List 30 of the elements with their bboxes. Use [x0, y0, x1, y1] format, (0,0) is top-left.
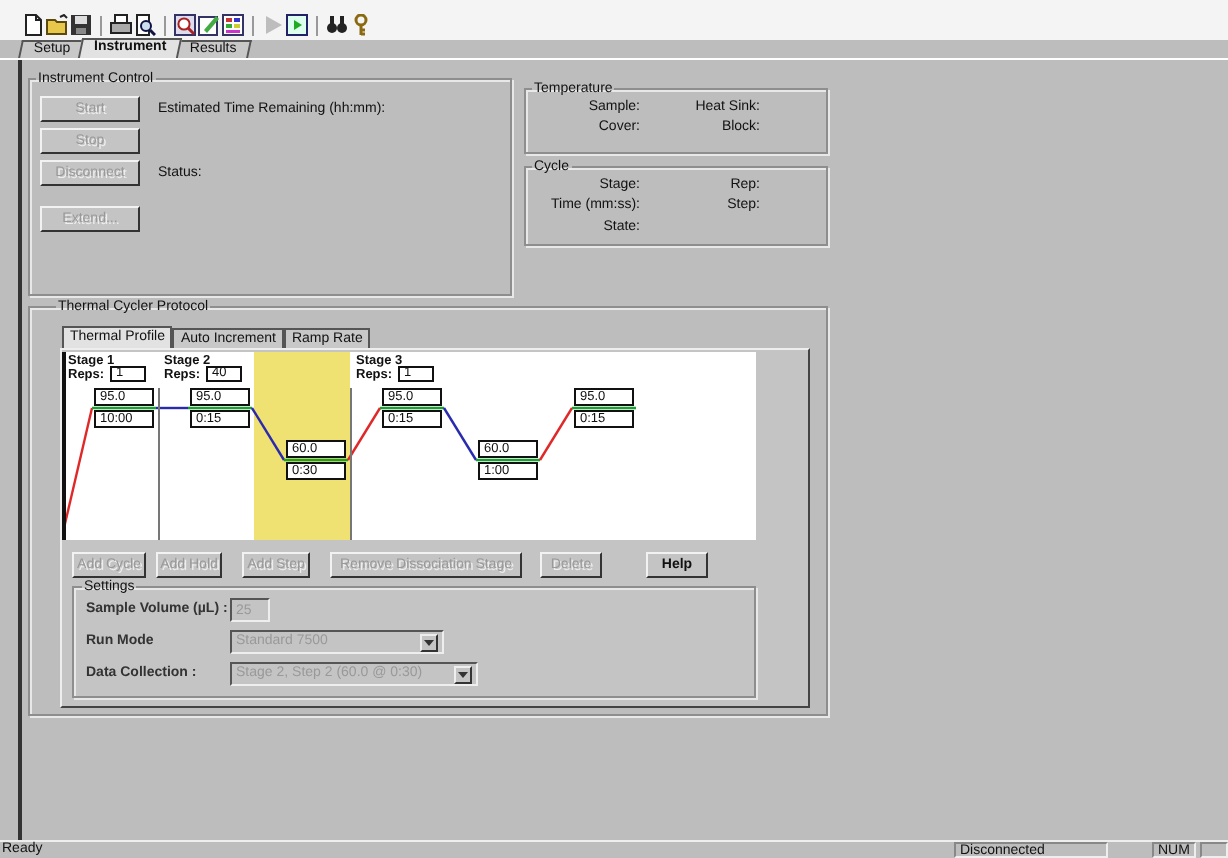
grid-button[interactable]: [222, 14, 244, 36]
ramp-line: [156, 406, 188, 410]
ramp-line: [538, 407, 574, 461]
hold-line: [476, 458, 540, 462]
folder-icon: [46, 14, 68, 36]
folder-button[interactable]: [46, 14, 68, 36]
ramp-line: [250, 407, 286, 461]
key-button[interactable]: [350, 14, 372, 36]
printer-button[interactable]: [110, 14, 132, 36]
hold-line: [572, 406, 636, 410]
caret-icon: [424, 639, 434, 645]
magnifier-page-button[interactable]: [134, 14, 156, 36]
chart-magnifier-button[interactable]: [174, 14, 196, 36]
ramp-line: [442, 407, 478, 461]
hold-line: [92, 406, 156, 410]
document-button[interactable]: [22, 14, 44, 36]
caret-icon: [458, 671, 468, 677]
ramp-line: [346, 407, 382, 461]
binoculars-button[interactable]: [326, 14, 348, 36]
window-button[interactable]: [286, 14, 308, 36]
hold-line: [284, 458, 348, 462]
play-icon: [262, 14, 284, 36]
status-pane: [1200, 842, 1228, 858]
binoculars-icon: [326, 14, 348, 36]
hold-line: [188, 406, 252, 410]
floppy-disk-button[interactable]: [70, 14, 92, 36]
key-icon: [350, 14, 372, 36]
window-icon: [286, 14, 308, 36]
edit-page-button[interactable]: [198, 14, 220, 36]
hold-line: [380, 406, 444, 410]
